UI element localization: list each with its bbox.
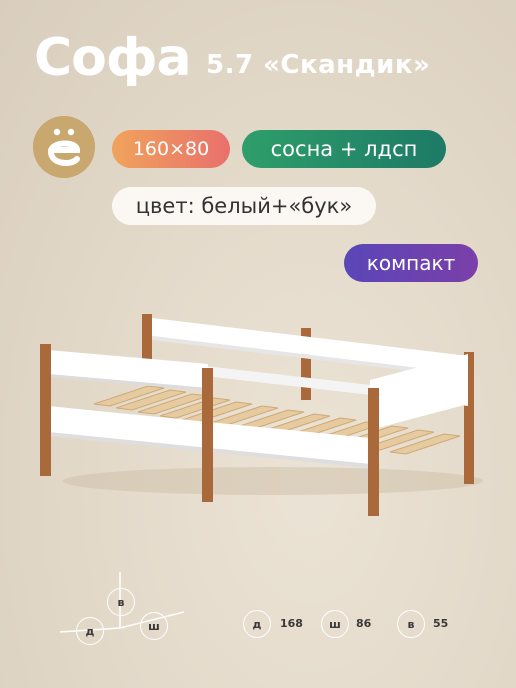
product-title: Софа (34, 28, 192, 88)
axis-height-label: в (107, 588, 135, 616)
size-badge: 160×80 (112, 130, 230, 168)
compact-badge: компакт (344, 244, 478, 282)
axis-width-label: ш (140, 612, 168, 640)
color-badge: цвет: белый+«бук» (112, 187, 376, 225)
yo-letter-logo-icon (33, 116, 95, 178)
axis-length-label: д (76, 617, 104, 645)
dim-height-value: 55 (433, 617, 449, 630)
dim-width-key: ш (321, 610, 349, 638)
product-model: 5.7 «Скандик» (206, 50, 431, 80)
dim-height-key: в (397, 610, 425, 638)
material-badge: сосна + лдсп (242, 130, 446, 168)
sofa-illustration (40, 314, 483, 516)
dim-width-value: 86 (356, 617, 372, 630)
dim-length-value: 168 (280, 617, 303, 630)
dim-length-key: д (243, 610, 271, 638)
